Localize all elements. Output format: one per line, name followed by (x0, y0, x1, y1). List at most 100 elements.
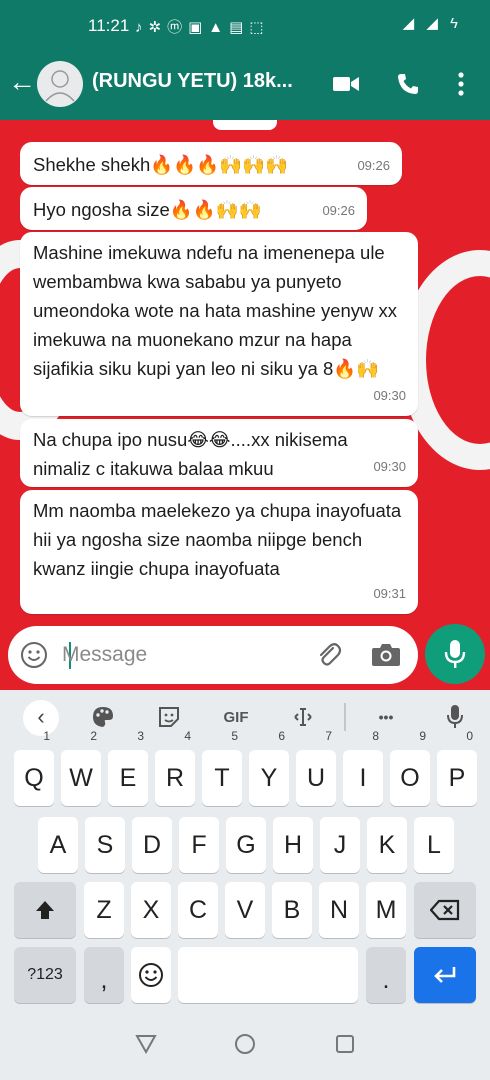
key-label: T (214, 764, 230, 792)
message-bubble[interactable]: Hyo ngosha size🔥🔥🙌🙌 09:26 (20, 187, 367, 230)
status-time: 11:21 (88, 16, 130, 35)
key-s[interactable]: S (85, 817, 125, 873)
key-label: W (69, 764, 93, 792)
signal-icons: ◢ ◢ ϟ (402, 15, 462, 32)
key-z[interactable]: Z (84, 882, 124, 938)
message-bubble[interactable]: Na chupa ipo nusu😂😂....xx nikisema nimal… (20, 419, 418, 487)
video-call-icon[interactable] (326, 64, 366, 104)
message-bubble[interactable]: Shekhe shekh🔥🔥🔥🙌🙌🙌 09:26 (20, 142, 402, 185)
key-e[interactable]: E3 (108, 730, 148, 806)
key-hint: 0 (466, 729, 473, 743)
message-text: Hyo ngosha size🔥🔥🙌🙌 (33, 199, 262, 220)
key-hint: 5 (231, 729, 238, 743)
date-chip (213, 120, 277, 130)
key-hint: 2 (90, 729, 97, 743)
key-q[interactable]: Q1 (14, 730, 54, 806)
key-r[interactable]: R4 (155, 730, 195, 806)
key-k[interactable]: K (367, 817, 407, 873)
voice-record-button[interactable] (425, 624, 485, 684)
key-b[interactable]: B (272, 882, 312, 938)
toolbar-divider (344, 703, 346, 731)
message-composer (8, 626, 418, 684)
key-label: O (400, 764, 420, 792)
shift-key[interactable] (14, 882, 76, 938)
chat-title[interactable]: (RUNGU YETU) 18k... (92, 70, 312, 93)
smiley-icon (139, 963, 163, 987)
key-label: R (165, 764, 185, 792)
key-w[interactable]: W2 (61, 730, 101, 806)
chat-header: ← (RUNGU YETU) 18k... (0, 48, 490, 120)
microphone-icon (444, 640, 466, 668)
key-label: I (359, 764, 367, 792)
key-p[interactable]: P0 (437, 730, 477, 806)
symbols-key[interactable]: ?123 (14, 947, 76, 1003)
backspace-key[interactable] (414, 882, 476, 938)
key-label: Q (24, 764, 44, 792)
key-x[interactable]: X (131, 882, 171, 938)
key-d[interactable]: D (132, 817, 172, 873)
key-label: U (306, 764, 326, 792)
more-options-icon[interactable] (441, 64, 481, 104)
key-label: P (448, 764, 466, 792)
key-m[interactable]: M (366, 882, 406, 938)
nav-home-icon[interactable] (234, 1033, 256, 1055)
key-y[interactable]: Y6 (249, 730, 289, 806)
key-j[interactable]: J (320, 817, 360, 873)
camera-icon[interactable] (370, 640, 402, 670)
space-key[interactable] (178, 947, 358, 1003)
message-time: 09:31 (373, 586, 406, 601)
period-key[interactable]: . (366, 947, 406, 1003)
notification-icons: ♪✲ⓜ▣▲▤⬚ (135, 19, 270, 36)
key-n[interactable]: N (319, 882, 359, 938)
key-u[interactable]: U7 (296, 730, 336, 806)
nav-recents-icon[interactable] (335, 1034, 355, 1054)
back-arrow-icon[interactable]: ← (6, 66, 38, 98)
shift-arrow-icon (36, 901, 54, 919)
message-text: Na chupa ipo nusu😂😂....xx nikisema nimal… (33, 429, 348, 479)
message-time: 09:30 (373, 459, 406, 474)
enter-key[interactable] (414, 947, 476, 1003)
message-text: Mashine imekuwa ndefu na imenenepa ule w… (33, 242, 398, 379)
key-o[interactable]: O9 (390, 730, 430, 806)
phone-call-icon[interactable] (388, 64, 428, 104)
message-bubble[interactable]: Mashine imekuwa ndefu na imenenepa ule w… (20, 232, 418, 416)
emoji-key[interactable] (131, 947, 171, 1003)
key-f[interactable]: F (179, 817, 219, 873)
sticker-icon[interactable] (154, 700, 184, 734)
key-hint: 1 (43, 729, 50, 743)
text-cursor-icon[interactable] (288, 700, 318, 734)
key-a[interactable]: A (38, 817, 78, 873)
backspace-icon (429, 899, 460, 921)
key-c[interactable]: C (178, 882, 218, 938)
keyboard-collapse-icon[interactable]: ‹ (23, 700, 59, 736)
key-h[interactable]: H (273, 817, 313, 873)
key-hint: 3 (137, 729, 144, 743)
key-i[interactable]: I8 (343, 730, 383, 806)
top-bar: 11:21 ♪✲ⓜ▣▲▤⬚ ◢ ◢ ϟ ← (RUNGU YETU) 18k..… (0, 0, 490, 120)
emoji-icon[interactable] (20, 641, 48, 669)
nav-back-icon[interactable] (135, 1034, 157, 1054)
system-nav-bar (0, 1020, 490, 1080)
message-input[interactable] (62, 639, 302, 671)
message-bubble[interactable]: Mm naomba maelekezo ya chupa inayofuata … (20, 490, 418, 614)
message-time: 09:26 (357, 158, 390, 173)
message-time: 09:30 (373, 388, 406, 403)
key-l[interactable]: L (414, 817, 454, 873)
key-t[interactable]: T5 (202, 730, 242, 806)
chat-area[interactable]: Shekhe shekh🔥🔥🔥🙌🙌🙌 09:26 Hyo ngosha size… (0, 120, 490, 690)
group-avatar[interactable] (37, 61, 83, 107)
key-g[interactable]: G (226, 817, 266, 873)
message-time: 09:26 (322, 203, 355, 218)
status-bar: 11:21 ♪✲ⓜ▣▲▤⬚ ◢ ◢ ϟ (0, 0, 490, 48)
comma-key[interactable]: , (84, 947, 124, 1003)
key-hint: 9 (419, 729, 426, 743)
message-text: Mm naomba maelekezo ya chupa inayofuata … (33, 500, 402, 579)
key-hint: 7 (325, 729, 332, 743)
key-hint: 8 (372, 729, 379, 743)
enter-arrow-icon (434, 967, 456, 983)
key-v[interactable]: V (225, 882, 265, 938)
message-text: Shekhe shekh🔥🔥🔥🙌🙌🙌 (33, 154, 289, 175)
key-hint: 4 (184, 729, 191, 743)
attachment-icon[interactable] (314, 640, 344, 670)
key-hint: 6 (278, 729, 285, 743)
